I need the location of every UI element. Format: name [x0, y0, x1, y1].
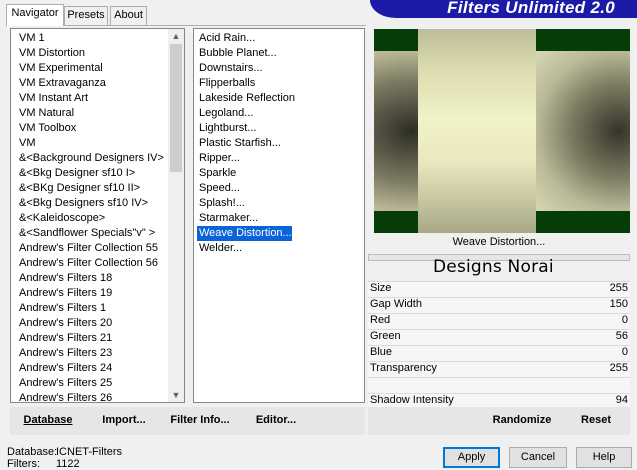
category-item[interactable]: VM Extravaganza: [17, 76, 106, 91]
category-item[interactable]: VM Experimental: [17, 61, 103, 76]
filter-item[interactable]: Flipperballs: [197, 76, 255, 91]
category-item[interactable]: &<Bkg Designer sf10 I>: [17, 166, 135, 181]
filter-item[interactable]: Legoland...: [197, 106, 253, 121]
parameter-slider[interactable]: Gap Width 150: [368, 298, 630, 314]
filter-item[interactable]: Splash!...: [197, 196, 245, 211]
category-item[interactable]: Andrew's Filters 23: [17, 346, 112, 361]
tab-navigator[interactable]: Navigator: [6, 4, 64, 26]
category-item[interactable]: &<BKg Designer sf10 II>: [17, 181, 140, 196]
filter-item[interactable]: Acid Rain...: [197, 31, 255, 46]
filter-item[interactable]: Welder...: [197, 241, 242, 256]
parameter-label: Blue: [370, 346, 393, 358]
preview-tile-left: [374, 51, 418, 211]
filters-count-value: 1122: [56, 458, 80, 470]
category-item[interactable]: &<Background Designers IV>: [17, 151, 164, 166]
parameter-value: 0: [621, 346, 628, 358]
filter-list[interactable]: Acid Rain... Bubble Planet... Downstairs..…: [193, 28, 365, 403]
parameter-value: 150: [609, 298, 628, 310]
filter-item[interactable]: Lakeside Reflection: [197, 91, 295, 106]
parameter-value: 0: [621, 314, 628, 326]
editor-button[interactable]: Editor...: [254, 411, 298, 432]
apply-button[interactable]: Apply: [443, 447, 500, 468]
category-item[interactable]: &<Bkg Designers sf10 IV>: [17, 196, 148, 211]
parameter-label: Transparency: [370, 362, 437, 374]
scrollbar-thumb[interactable]: [170, 44, 182, 172]
parameter-slider[interactable]: Green 56: [368, 330, 630, 346]
parameter-label: Green: [370, 330, 401, 342]
category-item[interactable]: Andrew's Filter Collection 55: [17, 241, 158, 256]
reset-button[interactable]: Reset: [576, 411, 616, 432]
filters-count-label: Filters:: [7, 458, 40, 470]
filter-info-button[interactable]: Filter Info...: [170, 411, 230, 432]
randomize-button[interactable]: Randomize: [490, 411, 554, 432]
preview-image: [374, 29, 630, 233]
parameter-slider[interactable]: [368, 378, 630, 394]
parameter-slider[interactable]: Red 0: [368, 314, 630, 330]
help-button[interactable]: Help: [576, 447, 632, 468]
category-item[interactable]: VM Instant Art: [17, 91, 88, 106]
category-item[interactable]: Andrew's Filters 26: [17, 391, 112, 402]
database-label: Database:: [7, 446, 58, 458]
app-title: Filters Unlimited 2.0: [447, 0, 615, 17]
scroll-down-icon[interactable]: ▼: [169, 388, 183, 402]
category-item[interactable]: &<Kaleidoscope>: [17, 211, 105, 226]
parameter-label: Gap Width: [370, 298, 422, 310]
category-list[interactable]: VM 1 VM Distortion VM Experimental VM Extra…: [10, 28, 185, 403]
filter-item[interactable]: Lightburst...: [197, 121, 256, 136]
preview-tile-right: [536, 51, 630, 211]
cancel-button[interactable]: Cancel: [509, 447, 567, 468]
parameter-label: Shadow Intensity: [370, 394, 454, 406]
title-banner: Filters Unlimited 2.0: [370, 0, 637, 18]
parameter-slider[interactable]: Size 255: [368, 282, 630, 298]
filter-item[interactable]: Weave Distortion...: [197, 226, 292, 241]
category-item[interactable]: VM Distortion: [17, 46, 85, 61]
scroll-up-icon[interactable]: ▲: [169, 29, 183, 43]
filter-item[interactable]: Starmaker...: [197, 211, 258, 226]
category-item[interactable]: VM: [17, 136, 36, 151]
category-item[interactable]: Andrew's Filters 25: [17, 376, 112, 391]
category-item[interactable]: Andrew's Filters 24: [17, 361, 112, 376]
preview-tile-center: [418, 29, 536, 233]
parameter-slider[interactable]: Blue 0: [368, 346, 630, 362]
parameter-value: 94: [615, 394, 628, 406]
category-item[interactable]: Andrew's Filters 1: [17, 301, 106, 316]
category-item[interactable]: &<Sandflower Specials"v" >: [17, 226, 155, 241]
watermark-logo: Designs Norai: [433, 257, 554, 277]
category-item[interactable]: Andrew's Filter Collection 56: [17, 256, 158, 271]
category-item[interactable]: Andrew's Filters 20: [17, 316, 112, 331]
parameter-label: Size: [370, 282, 392, 294]
category-item[interactable]: VM Natural: [17, 106, 74, 121]
parameter-value: 56: [615, 330, 628, 342]
category-item[interactable]: Andrew's Filters 18: [17, 271, 112, 286]
parameter-value: 255: [609, 362, 628, 374]
filter-item[interactable]: Downstairs...: [197, 61, 263, 76]
filter-item[interactable]: Sparkle: [197, 166, 236, 181]
category-item[interactable]: VM 1: [17, 31, 45, 46]
selected-filter-name: Weave Distortion...: [452, 236, 546, 248]
database-value: ICNET-Filters: [56, 446, 122, 458]
category-item[interactable]: Andrew's Filters 21: [17, 331, 112, 346]
import-button[interactable]: Import...: [100, 411, 148, 432]
parameter-label: Red: [370, 314, 391, 326]
filter-item[interactable]: Ripper...: [197, 151, 240, 166]
parameter-value: 255: [609, 282, 628, 294]
database-button[interactable]: Database: [18, 411, 78, 432]
category-item[interactable]: Andrew's Filters 19: [17, 286, 112, 301]
filter-item[interactable]: Speed...: [197, 181, 240, 196]
category-scrollbar[interactable]: ▲ ▼: [168, 29, 184, 402]
filter-item[interactable]: Bubble Planet...: [197, 46, 277, 61]
tab-presets[interactable]: Presets: [64, 6, 108, 25]
parameter-slider[interactable]: Transparency 255: [368, 362, 630, 378]
category-item[interactable]: VM Toolbox: [17, 121, 76, 136]
tab-about[interactable]: About: [110, 6, 147, 25]
filter-item[interactable]: Plastic Starfish...: [197, 136, 281, 151]
